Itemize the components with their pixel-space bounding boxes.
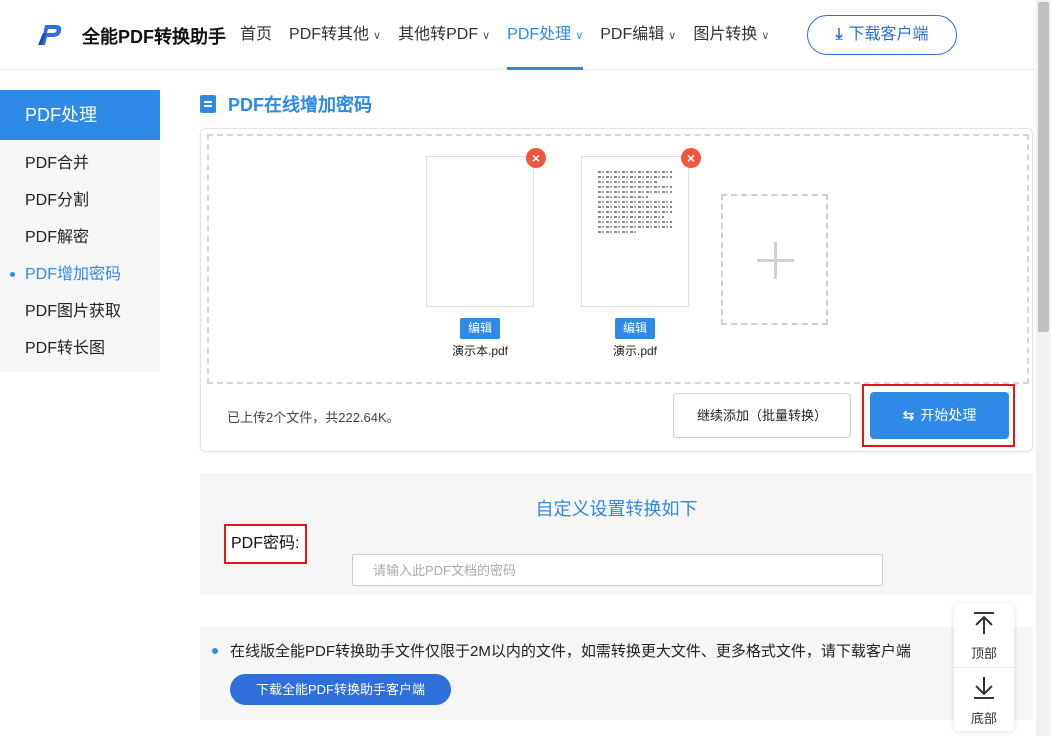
edit-button[interactable]: 编辑: [460, 318, 500, 339]
file-card: × 编辑 演示本.pdf: [426, 148, 546, 359]
document-preview: [598, 171, 672, 236]
file-card: × 编辑 演示.pdf: [581, 148, 701, 359]
nav-home[interactable]: 首页: [240, 0, 272, 70]
notice-box: 在线版全能PDF转换助手文件仅限于2M以内的文件，如需转换更大文件、更多格式文件…: [200, 627, 1033, 720]
sidebar-list: PDF合并 PDF分割 PDF解密 PDF增加密码 PDF图片获取 PDF转长图: [0, 140, 160, 367]
sidebar-item-long-image[interactable]: PDF转长图: [0, 330, 160, 367]
start-process-button[interactable]: ⇆ 开始处理: [870, 392, 1009, 439]
go-to-bottom-label: 底部: [970, 711, 997, 726]
app-logo[interactable]: [34, 19, 66, 51]
download-client-button[interactable]: ⤓ 下载客户端: [807, 15, 957, 55]
brand-name[interactable]: 全能PDF转换助手: [82, 23, 226, 49]
nav-label: 图片转换: [693, 26, 758, 43]
page-title-text: PDF在线增加密码: [228, 95, 372, 115]
nav-label: 其他转PDF: [398, 26, 479, 43]
top-header: 全能PDF转换助手 首页 PDF转其他 ∨ 其他转PDF ∨ PDF处理 ∨ PDF编…: [0, 0, 1036, 70]
main-nav: 首页 PDF转其他 ∨ 其他转PDF ∨ PDF处理 ∨ PDF编辑 ∨ 图片转换 ∨: [240, 0, 786, 70]
sidebar-title: PDF处理: [0, 90, 160, 140]
chevron-down-icon: ∨: [761, 30, 770, 42]
chevron-down-icon: ∨: [668, 30, 677, 42]
start-process-label: 开始处理: [920, 407, 977, 423]
download-client-banner-button[interactable]: 下载全能PDF转换助手客户端: [230, 674, 451, 705]
chevron-down-icon: ∨: [482, 30, 491, 42]
chevron-down-icon: ∨: [373, 30, 382, 42]
add-file-button[interactable]: [721, 194, 828, 325]
nav-label: PDF编辑: [600, 26, 665, 43]
scrollbar-thumb[interactable]: [1038, 2, 1049, 332]
sidebar-item-add-password[interactable]: PDF增加密码: [0, 256, 160, 293]
sidebar-item-merge[interactable]: PDF合并: [0, 145, 160, 182]
settings-title: 自定义设置转换如下: [535, 499, 698, 519]
file-name: 演示.pdf: [612, 344, 658, 358]
chevron-down-icon: ∨: [575, 30, 584, 42]
download-client-label: 下载客户端: [848, 26, 929, 43]
continue-add-button[interactable]: 继续添加（批量转换）: [673, 393, 851, 438]
page-title: PDF在线增加密码: [200, 92, 372, 116]
nav-label: PDF处理: [507, 26, 572, 43]
bullet-icon: [212, 648, 218, 654]
float-widget: 顶部 底部: [954, 603, 1014, 731]
close-icon[interactable]: ×: [526, 148, 546, 168]
close-icon[interactable]: ×: [681, 148, 701, 168]
go-to-bottom-button[interactable]: 底部: [954, 667, 1014, 731]
arrow-up-icon: [974, 612, 994, 634]
drop-zone[interactable]: × 编辑 演示本.pdf × 编辑 演示.pdf: [207, 134, 1029, 384]
nav-image-convert[interactable]: 图片转换 ∨: [693, 0, 769, 70]
download-icon: ⤓: [835, 26, 843, 43]
nav-pdf-edit[interactable]: PDF编辑 ∨: [600, 0, 676, 70]
file-thumbnail: ×: [426, 148, 546, 307]
nav-pdf-process[interactable]: PDF处理 ∨: [507, 0, 584, 70]
back-to-top-label: 顶部: [970, 646, 997, 661]
sidebar-item-extract-images[interactable]: PDF图片获取: [0, 293, 160, 330]
file-name: 演示本.pdf: [451, 344, 509, 358]
arrow-down-icon: [974, 677, 994, 699]
file-thumbnail: ×: [581, 148, 701, 307]
back-to-top-button[interactable]: 顶部: [954, 603, 1014, 667]
sidebar: PDF处理 PDF合并 PDF分割 PDF解密 PDF增加密码 PDF图片获取 …: [0, 90, 160, 372]
swap-icon: ⇆: [902, 407, 915, 423]
password-input[interactable]: [352, 554, 883, 586]
upload-status: 已上传2个文件，共222.64K。: [227, 410, 400, 425]
pdf-p-logo-icon: [38, 25, 62, 45]
password-label: PDF密码:: [224, 524, 307, 564]
nav-label: PDF转其他: [289, 26, 370, 43]
sidebar-item-split[interactable]: PDF分割: [0, 182, 160, 219]
settings-panel: 自定义设置转换如下 PDF密码:: [200, 473, 1033, 595]
upload-panel: × 编辑 演示本.pdf × 编辑 演示.pdf 已上传2个文件，共222.64…: [200, 128, 1033, 452]
edit-button[interactable]: 编辑: [615, 318, 655, 339]
sidebar-item-decrypt[interactable]: PDF解密: [0, 219, 160, 256]
nav-other-to-pdf[interactable]: 其他转PDF ∨: [398, 0, 490, 70]
nav-pdf-to-other[interactable]: PDF转其他 ∨: [289, 0, 381, 70]
notice-text: 在线版全能PDF转换助手文件仅限于2M以内的文件，如需转换更大文件、更多格式文件…: [230, 643, 911, 660]
nav-label: 首页: [240, 26, 273, 43]
document-icon: [200, 95, 216, 113]
